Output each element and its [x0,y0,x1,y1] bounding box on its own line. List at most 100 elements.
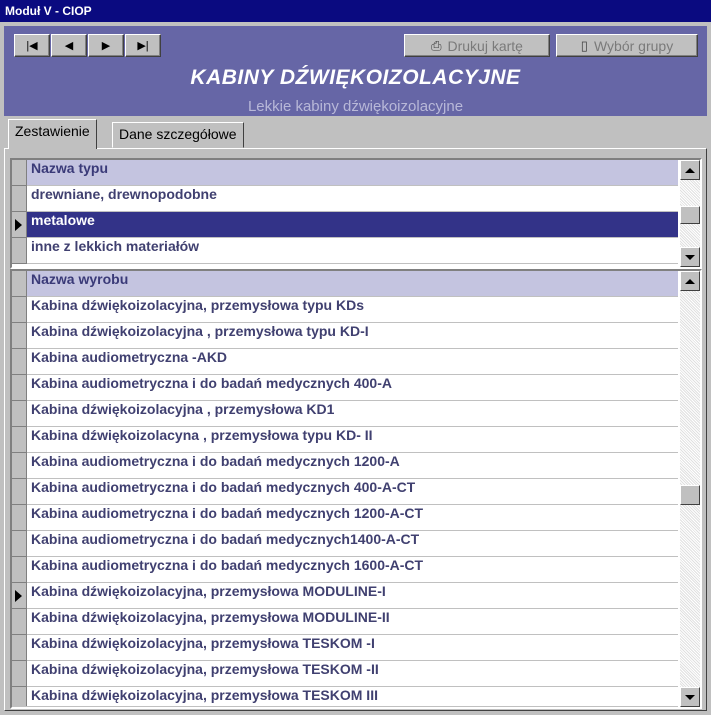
product-name-cell: Kabina dźwiękoizolacyjna, przemysłowa MO… [31,583,386,599]
table-row[interactable]: Kabina audiometryczna i do badań medyczn… [12,531,678,557]
scroll-thumb[interactable] [680,485,700,505]
arrow-down-icon [685,254,695,260]
row-selector[interactable] [12,479,27,505]
tab-panel: Nazwa typu drewniane, drewnopodobne meta… [4,148,707,711]
header-banner: KABINY DŹWIĘKOIZOLACYJNE Lekkie kabiny d… [4,64,707,116]
scroll-up-button[interactable] [680,160,700,180]
row-selector[interactable] [12,323,27,349]
table-row[interactable]: Kabina dźwiękoizolacyjna, przemysłowa TE… [12,661,678,687]
row-selector[interactable] [12,453,27,479]
first-record-button[interactable]: |◀ [14,34,50,57]
table-row[interactable]: metalowe [12,212,678,238]
type-name-cell: drewniane, drewnopodobne [31,186,217,202]
table-row[interactable]: Kabina dźwiękoizolacyjna, przemysłowa MO… [12,583,678,609]
types-grid: Nazwa typu drewniane, drewnopodobne meta… [10,158,702,269]
table-row[interactable]: Kabina audiometryczna i do badań medyczn… [12,479,678,505]
row-selector[interactable] [12,186,27,212]
current-record-icon [15,590,22,602]
products-header-row: Nazwa wyrobu [12,271,678,297]
table-row[interactable]: Kabina audiometryczna i do badań medyczn… [12,375,678,401]
product-name-cell: Kabina audiometryczna i do badań medyczn… [31,479,416,495]
table-row[interactable]: Kabina dźwiękoizolacyjna, przemysłowa TE… [12,687,678,707]
current-record-icon [15,219,22,231]
table-row[interactable]: Kabina audiometryczna i do badań medyczn… [12,453,678,479]
group-select-label: Wybór grupy [593,37,674,54]
table-row[interactable]: Kabina audiometryczna i do badań medyczn… [12,505,678,531]
row-selector[interactable] [12,349,27,375]
product-name-cell: Kabina dźwiękoizolacyjna, przemysłowa TE… [31,661,379,677]
products-column-header[interactable]: Nazwa wyrobu [28,271,128,297]
product-name-cell: Kabina dźwiękoizolacyjna, przemysłowa TE… [31,687,378,703]
scroll-down-button[interactable] [680,247,700,267]
table-row[interactable]: inne z lekkich materiałów [12,238,678,264]
next-record-icon: ▶ [101,40,111,52]
arrow-up-icon [685,278,695,284]
row-selector[interactable] [12,557,27,583]
tab-bar: Zestawienie Dane szczegółowe [4,118,707,149]
row-selector[interactable] [12,583,27,609]
row-selector[interactable] [12,212,27,238]
table-row[interactable]: Kabina dźwiękoizolacyjna, przemysłowa MO… [12,609,678,635]
table-row[interactable]: Kabina dźwiękoizolacyjna, przemysłowa ty… [12,297,678,323]
types-header-row: Nazwa typu [12,160,678,186]
scroll-thumb[interactable] [680,206,700,224]
products-scrollbar[interactable] [680,271,700,707]
product-name-cell: Kabina dźwiękoizolacyna , przemysłowa ty… [31,427,373,443]
type-name-cell: metalowe [31,212,95,228]
arrow-up-icon [685,167,695,173]
table-row[interactable]: drewniane, drewnopodobne [12,186,678,212]
tab-zestawienie[interactable]: Zestawienie [8,119,97,149]
table-row[interactable]: Kabina audiometryczna i do badań medyczn… [12,557,678,583]
table-row[interactable]: Kabina dźwiękoizolacyna , przemysłowa ty… [12,427,678,453]
print-card-label: Drukuj kartę [447,37,523,54]
page-subtitle: Lekkie kabiny dźwiękoizolacyjne [247,98,464,115]
row-selector[interactable] [12,635,27,661]
scroll-down-button[interactable] [680,687,700,707]
products-grid: Nazwa wyrobu Kabina dźwiękoizolacyjna, p… [10,269,702,709]
scroll-up-button[interactable] [680,271,700,291]
row-selector [12,271,27,297]
product-name-cell: Kabina dźwiękoizolacyjna, przemysłowa MO… [31,609,390,625]
toolbar: |◀ ◀ ▶ ▶| ⎙ Drukuj kartę ▯ Wybór grupy [4,26,707,64]
table-row[interactable]: Kabina dźwiękoizolacyjna, przemysłowa TE… [12,635,678,661]
product-name-cell: Kabina dźwiękoizolacyjna, przemysłowa ty… [31,297,364,313]
row-selector[interactable] [12,427,27,453]
product-name-cell: Kabina audiometryczna i do badań medyczn… [31,531,420,547]
product-name-cell: Kabina audiometryczna i do badań medyczn… [31,557,424,573]
product-name-cell: Kabina dźwiękoizolacyjna, przemysłowa TE… [31,635,375,651]
previous-record-icon: ◀ [64,40,74,52]
group-select-button[interactable]: ▯ Wybór grupy [556,34,698,57]
next-record-button[interactable]: ▶ [88,34,124,57]
tab-dane-szczegolowe[interactable]: Dane szczegółowe [112,122,244,148]
page-title: KABINY DŹWIĘKOIZOLACYJNE [190,66,521,89]
last-record-icon: ▶| [137,40,149,52]
product-name-cell: Kabina dźwiękoizolacyjna , przemysłowa t… [31,323,369,339]
row-selector[interactable] [12,238,27,264]
printer-icon: ⎙ [431,37,442,53]
row-selector[interactable] [12,297,27,323]
row-selector[interactable] [12,661,27,687]
product-name-cell: Kabina audiometryczna i do badań medyczn… [31,453,400,469]
row-selector[interactable] [12,609,27,635]
table-row[interactable]: Kabina dźwiękoizolacyjna , przemysłowa t… [12,323,678,349]
previous-record-button[interactable]: ◀ [51,34,87,57]
row-selector[interactable] [12,375,27,401]
row-selector[interactable] [12,531,27,557]
table-row[interactable]: Kabina audiometryczna -AKD [12,349,678,375]
types-column-header[interactable]: Nazwa typu [28,160,108,186]
last-record-button[interactable]: ▶| [125,34,161,57]
product-name-cell: Kabina dźwiękoizolacyjna , przemysłowa K… [31,401,335,417]
window-title: Moduł V - CIOP [0,0,711,22]
arrow-down-icon [685,694,695,700]
types-scrollbar[interactable] [680,160,700,267]
row-selector[interactable] [12,687,27,706]
first-record-icon: |◀ [26,40,38,52]
product-name-cell: Kabina audiometryczna i do badań medyczn… [31,505,424,521]
table-row[interactable]: Kabina dźwiękoizolacyjna , przemysłowa K… [12,401,678,427]
row-selector [12,160,27,186]
print-card-button[interactable]: ⎙ Drukuj kartę [404,34,550,57]
row-selector[interactable] [12,401,27,427]
product-name-cell: Kabina audiometryczna i do badań medyczn… [31,375,392,391]
product-name-cell: Kabina audiometryczna -AKD [31,349,228,365]
row-selector[interactable] [12,505,27,531]
